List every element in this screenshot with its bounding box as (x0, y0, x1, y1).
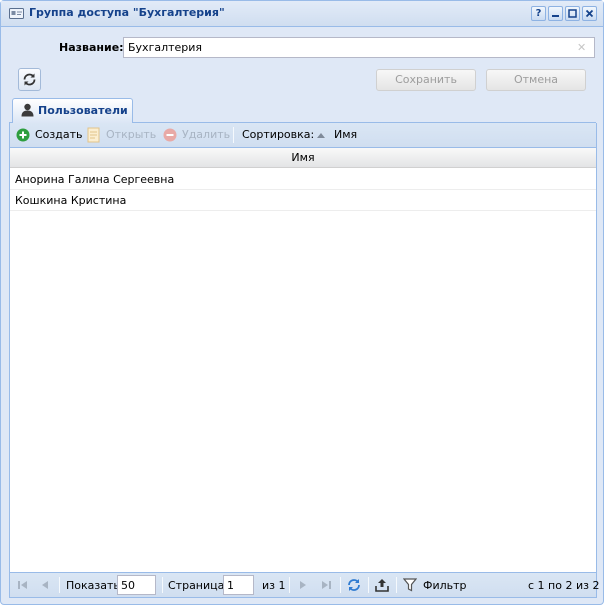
page-size-label: Показать (66, 579, 120, 592)
paging-summary: с 1 по 2 из 2 (528, 579, 600, 592)
maximize-icon (568, 9, 577, 18)
cancel-button[interactable]: Отмена (486, 69, 586, 91)
sort-ascending-icon (317, 133, 325, 138)
access-group-window: Группа доступа "Бухгалтерия" ? Название:… (0, 0, 604, 605)
minimize-button[interactable] (548, 6, 563, 21)
window-titlebar[interactable]: Группа доступа "Бухгалтерия" ? (1, 1, 603, 27)
grid-toolbar: Создать Открыть Удалить Сортировка: Имя (10, 123, 596, 148)
close-button[interactable] (582, 6, 597, 21)
pager-separator (162, 577, 163, 593)
pager-separator (289, 577, 290, 593)
page-label: Страница (168, 579, 225, 592)
name-input[interactable] (123, 37, 595, 58)
open-document-icon (87, 127, 100, 143)
sort-field-button[interactable]: Имя (334, 128, 357, 141)
sort-label: Сортировка: (242, 128, 315, 141)
export-icon[interactable] (375, 578, 389, 592)
users-grid: Создать Открыть Удалить Сортировка: Имя (9, 123, 600, 598)
table-row[interactable]: Кошкина Кристина (10, 190, 596, 211)
window-body: Название: ✕ Сохранить Отмена Пользовател… (9, 28, 600, 598)
next-page-icon[interactable] (296, 578, 310, 592)
open-button[interactable]: Открыть (106, 128, 156, 141)
user-icon (21, 103, 34, 117)
toolbar-separator (233, 127, 234, 143)
create-button[interactable]: Создать (35, 128, 83, 141)
help-button[interactable]: ? (531, 6, 546, 21)
page-total: из 1 (262, 579, 286, 592)
name-label: Название: (59, 41, 124, 54)
grid-rows: Анорина Галина Сергеевна Кошкина Кристин… (10, 169, 596, 211)
column-header-name[interactable]: Имя (10, 148, 596, 168)
close-icon (585, 9, 594, 18)
delete-icon (163, 128, 177, 142)
filter-icon (403, 578, 417, 592)
clear-icon[interactable]: ✕ (577, 42, 588, 53)
refresh-icon[interactable] (347, 578, 361, 592)
paging-toolbar: Показать Страница из 1 (10, 572, 600, 597)
tab-users[interactable]: Пользователи (12, 98, 133, 123)
delete-button[interactable]: Удалить (182, 128, 230, 141)
window-title: Группа доступа "Бухгалтерия" (29, 6, 225, 19)
last-page-icon[interactable] (319, 578, 333, 592)
table-row[interactable]: Анорина Галина Сергеевна (10, 169, 596, 190)
maximize-button[interactable] (565, 6, 580, 21)
tab-users-label: Пользователи (38, 104, 128, 117)
pager-separator (59, 577, 60, 593)
page-size-input[interactable] (117, 575, 156, 595)
add-icon (16, 128, 30, 142)
tab-strip: Пользователи (9, 98, 596, 123)
minimize-icon (552, 15, 559, 17)
save-button[interactable]: Сохранить (376, 69, 476, 91)
previous-page-icon[interactable] (38, 578, 52, 592)
pager-separator (368, 577, 369, 593)
pager-separator (340, 577, 341, 593)
filter-button[interactable]: Фильтр (423, 579, 467, 592)
page-number-input[interactable] (223, 575, 254, 595)
first-page-icon[interactable] (16, 578, 30, 592)
group-card-icon (9, 8, 24, 19)
refresh-icon (23, 73, 36, 86)
pager-separator (396, 577, 397, 593)
reload-button[interactable] (18, 68, 41, 91)
